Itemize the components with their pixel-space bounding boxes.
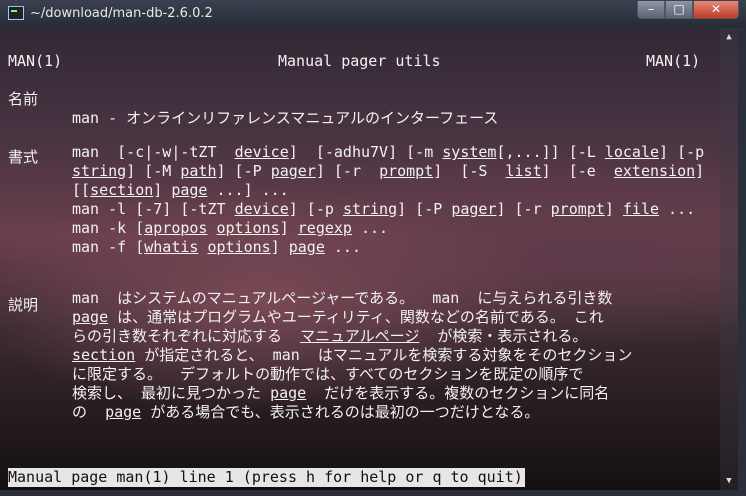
man-underlined-term: page <box>72 308 109 326</box>
man-text-segment: ] [-M <box>126 162 181 180</box>
man-underlined-term: page <box>288 238 325 256</box>
man-text-segment: が指定されると、 man はマニュアルを検索する対象をそのセクション <box>135 346 633 364</box>
man-text-line: に限定する。 デフォルトの動作では、すべてのセクションを既定の順序で <box>72 365 583 384</box>
arrow-down-icon[interactable]: ▼ <box>720 472 738 490</box>
man-underlined-term: device <box>234 143 289 161</box>
man-text-line: string] [-M path] [-P pager] [-r prompt]… <box>72 162 704 181</box>
man-text-segment: らの引き数それぞれに対応する <box>72 327 301 345</box>
man-text-segment: だけを表示する。複数のセクションに同名 <box>306 384 610 402</box>
man-underlined-term: locale <box>604 143 660 161</box>
man-text-segment: [[ <box>72 181 91 199</box>
man-underlined-term: マニュアルページ <box>300 327 420 345</box>
man-text-segment: ] <box>279 219 298 237</box>
window-frame-right <box>738 28 746 496</box>
man-text-segment: man -f [ <box>72 238 145 256</box>
man-underlined-term: apropos <box>144 219 208 237</box>
man-text-segment <box>207 219 216 237</box>
close-button[interactable]: ✕ <box>693 1 739 19</box>
pager-status-line: Manual page man(1) line 1 (press h for h… <box>8 468 525 487</box>
man-underlined-term: path <box>180 162 217 180</box>
man-text-segment: [,...]] [-L <box>496 143 605 161</box>
man-underlined-term: file <box>622 200 660 218</box>
man-text-segment: ] [-e <box>541 162 614 180</box>
terminal-window: ~/download/man-db-2.6.0.2 – □ ✕ MAN(1) M… <box>0 0 746 496</box>
scrollbar[interactable]: ▲ ▼ <box>720 28 738 490</box>
man-text-segment: に限定する。 デフォルトの動作では、すべてのセクションを既定の順序で <box>72 365 584 383</box>
window-frame-bottom <box>0 490 746 496</box>
arrow-up-icon[interactable]: ▲ <box>720 28 738 46</box>
man-text-segment: ] [-p <box>288 200 343 218</box>
man-underlined-term: regexp <box>297 219 352 237</box>
man-underlined-term: pager <box>451 200 497 218</box>
man-text-line: man はシステムのマニュアルページャーである。 man に与えられる引き数 <box>72 289 612 308</box>
man-text-segment: ] [-r <box>315 162 380 180</box>
man-underlined-term: page <box>270 384 307 402</box>
man-text-segment: ... <box>324 238 361 256</box>
man-text-line: [[section] page ...] ... <box>72 181 289 200</box>
man-text-segment: man はシステムのマニュアルページャーである。 man に与えられる引き数 <box>72 289 613 307</box>
man-underlined-term: pager <box>270 162 316 180</box>
man-underlined-term: section <box>72 346 136 364</box>
man-text-segment: ] [-p <box>659 143 705 161</box>
man-underlined-term: options <box>216 219 280 237</box>
man-text-segment: 検索し、 最初に見つかった <box>72 384 271 402</box>
section-heading-synopsis: 書式 <box>8 148 39 166</box>
man-text-line: man -l [-7] [-tZT device] [-p string] [-… <box>72 200 695 219</box>
man-text-segment: ] [-adhu7V] [-m <box>288 143 443 161</box>
man-text-line: 検索し、 最初に見つかった page だけを表示する。複数のセクションに同名 <box>72 384 609 403</box>
man-text-segment: がある場合でも、表示されるのは最初の一つだけとなる。 <box>141 403 540 421</box>
man-text-segment: ... <box>351 219 389 237</box>
man-underlined-term: prompt <box>550 200 605 218</box>
section-heading-description: 説明 <box>8 296 39 314</box>
man-underlined-term: list <box>505 162 542 180</box>
man-text-segment: man -l [-7] [-tZT <box>72 200 235 218</box>
man-underlined-term: system <box>442 143 497 161</box>
man-underlined-term: page <box>171 181 208 199</box>
man-underlined-term: options <box>207 238 271 256</box>
man-underlined-term: device <box>234 200 289 218</box>
man-text-line: らの引き数それぞれに対応する マニュアルページ が検索・表示される。 <box>72 327 587 346</box>
man-text-segment: ] [-r <box>496 200 551 218</box>
man-text-line: man -f [whatis options] page ... <box>72 238 361 257</box>
man-underlined-term: string <box>342 200 398 218</box>
man-text-segment: ] <box>604 200 623 218</box>
man-header-left: MAN(1) <box>8 52 63 70</box>
man-underlined-term: extension <box>613 162 696 180</box>
man-text-line: man [-c|-w|-tZT device] [-adhu7V] [-m sy… <box>72 143 704 162</box>
minimize-button[interactable]: – <box>637 1 665 19</box>
man-text-segment: ] <box>153 181 172 199</box>
man-text-line: page は、通常はプログラムやユーティリティ、関数などの名前である。 これ <box>72 308 604 327</box>
man-underlined-term: string <box>72 162 127 180</box>
man-text-segment: man [-c|-w|-tZT <box>72 143 235 161</box>
man-text-line: section が指定されると、 man はマニュアルを検索する対象をそのセクシ… <box>72 346 632 365</box>
man-text-segment: ...] ... <box>207 181 289 199</box>
man-text-segment: ] <box>695 162 705 180</box>
man-underlined-term: page <box>105 403 142 421</box>
section-heading-name: 名前 <box>8 90 39 108</box>
terminal-content[interactable]: MAN(1) Manual pager utils MAN(1) 名前 man … <box>8 28 720 490</box>
man-text-segment: ] [-S <box>433 162 506 180</box>
title-bar[interactable]: ~/download/man-db-2.6.0.2 – □ ✕ <box>0 0 746 28</box>
man-text-line: man -k [apropos options] regexp ... <box>72 219 388 238</box>
maximize-button[interactable]: □ <box>665 1 693 19</box>
name-description: man - オンラインリファレンスマニュアルのインターフェース <box>72 109 499 127</box>
man-text-segment: ] [-P <box>397 200 452 218</box>
man-text-segment: man -k [ <box>72 219 145 237</box>
man-header-title: Manual pager utils <box>278 52 441 70</box>
man-text-segment: ] <box>270 238 289 256</box>
man-underlined-term: prompt <box>379 162 434 180</box>
man-text-segment: は、通常はプログラムやユーティリティ、関数などの名前である。 これ <box>108 308 604 326</box>
man-header-right: MAN(1) <box>646 52 701 70</box>
window-title: ~/download/man-db-2.6.0.2 <box>30 6 213 21</box>
man-text-segment: ] [-P <box>216 162 271 180</box>
man-text-line: の page がある場合でも、表示されるのは最初の一つだけとなる。 <box>72 403 539 422</box>
terminal-icon[interactable] <box>8 6 24 20</box>
man-text-segment: が検索・表示される。 <box>419 327 588 345</box>
man-underlined-term: section <box>90 181 154 199</box>
man-text-segment: ... <box>659 200 696 218</box>
man-text-segment: の <box>72 403 106 421</box>
man-underlined-term: whatis <box>144 238 199 256</box>
